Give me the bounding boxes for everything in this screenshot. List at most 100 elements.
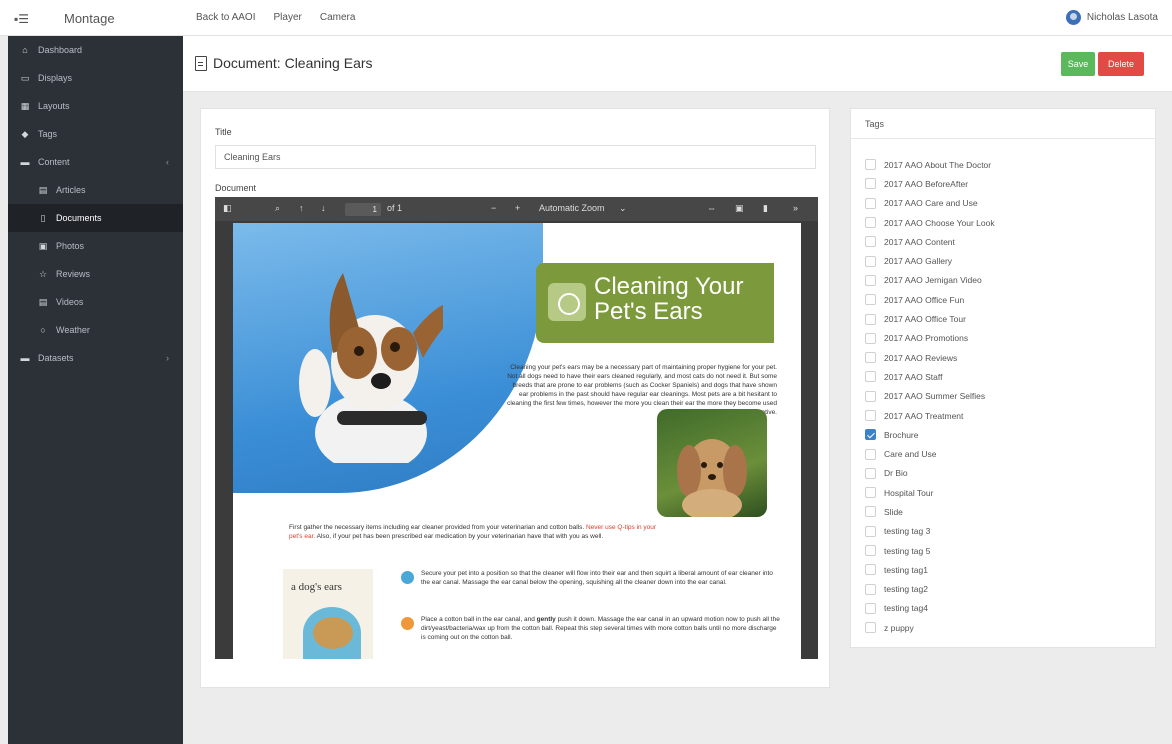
- tag-checkbox[interactable]: [865, 255, 876, 267]
- supplies-text-2: Also, if your pet has been prescribed ea…: [316, 533, 604, 540]
- tag-item[interactable]: 2017 AAO About The Doctor: [865, 155, 995, 174]
- tag-checkbox[interactable]: [865, 313, 876, 325]
- present-icon[interactable]: ⇔: [707, 203, 716, 213]
- sidebar-toggle-icon[interactable]: ◧: [223, 203, 232, 214]
- tag-item[interactable]: 2017 AAO Summer Selfies: [865, 387, 995, 406]
- sidebar-item-photos[interactable]: ▣ Photos: [8, 232, 183, 260]
- tag-item[interactable]: 2017 AAO Promotions: [865, 329, 995, 348]
- sidebar-item-layouts[interactable]: ▦ Layouts: [8, 92, 183, 120]
- tag-checkbox[interactable]: [865, 448, 876, 460]
- sidebar-item-content[interactable]: ▬ Content ‹: [8, 148, 183, 176]
- zoom-caret-icon: ⌄: [619, 203, 627, 213]
- tag-item[interactable]: 2017 AAO Treatment: [865, 406, 995, 425]
- sidebar-item-reviews[interactable]: ☆ Reviews: [8, 260, 183, 288]
- zoom-select[interactable]: Automatic Zoom: [539, 203, 605, 213]
- grid-icon: ▦: [20, 100, 30, 111]
- tag-checkbox[interactable]: [865, 332, 876, 344]
- tag-label: z puppy: [884, 622, 914, 633]
- zoom-out-icon[interactable]: −: [491, 203, 496, 213]
- tag-item[interactable]: testing tag 5: [865, 541, 995, 560]
- tag-label: 2017 AAO Summer Selfies: [884, 391, 986, 402]
- tag-checkbox[interactable]: [865, 602, 876, 614]
- dog-illustration: [313, 617, 353, 649]
- tag-checkbox[interactable]: [865, 352, 876, 364]
- tag-item[interactable]: 2017 AAO Office Fun: [865, 290, 995, 309]
- sidebar-item-dashboard[interactable]: ⌂ Dashboard: [8, 36, 183, 64]
- chevron-icon: ‹: [166, 157, 169, 167]
- nav-camera-link[interactable]: Camera: [320, 12, 356, 23]
- tag-item[interactable]: 2017 AAO Jernigan Video: [865, 271, 995, 290]
- sidebar-item-tags[interactable]: ◆ Tags: [8, 120, 183, 148]
- open-file-icon[interactable]: ▣: [735, 203, 744, 214]
- tag-item[interactable]: Slide: [865, 502, 995, 521]
- tag-item[interactable]: z puppy: [865, 618, 995, 637]
- tag-checkbox[interactable]: [865, 622, 876, 634]
- tag-checkbox[interactable]: [865, 390, 876, 402]
- tag-checkbox[interactable]: [865, 506, 876, 518]
- tag-item[interactable]: 2017 AAO Staff: [865, 367, 995, 386]
- tag-item[interactable]: 2017 AAO Office Tour: [865, 309, 995, 328]
- tag-item[interactable]: testing tag 3: [865, 522, 995, 541]
- tag-item[interactable]: 2017 AAO Gallery: [865, 251, 995, 270]
- nav-back-link[interactable]: Back to AAOI: [196, 12, 255, 23]
- tag-checkbox[interactable]: [865, 159, 876, 171]
- tag-checkbox[interactable]: [865, 410, 876, 421]
- sidebar-item-articles[interactable]: ▤ Articles: [8, 176, 183, 204]
- tag-checkbox[interactable]: [865, 217, 876, 229]
- tag-item[interactable]: 2017 AAO Content: [865, 232, 995, 251]
- tag-checkbox[interactable]: [865, 467, 876, 479]
- title-input[interactable]: [215, 145, 816, 169]
- tag-checkbox[interactable]: [865, 294, 876, 306]
- tag-label: Hospital Tour: [884, 487, 934, 498]
- step-one-text: Secure your pet into a position so that …: [421, 570, 773, 586]
- document-label: Document: [215, 183, 257, 193]
- delete-button[interactable]: Delete: [1098, 52, 1144, 76]
- page-number-input[interactable]: 1: [345, 203, 381, 216]
- tag-label: Slide: [884, 506, 903, 517]
- tag-label: 2017 AAO Staff: [884, 371, 943, 382]
- tag-item[interactable]: Dr Bio: [865, 464, 995, 483]
- menu-toggle-icon[interactable]: ▪☰: [14, 12, 29, 26]
- tag-item[interactable]: 2017 AAO Care and Use: [865, 194, 995, 213]
- prev-page-icon[interactable]: ↑: [299, 203, 304, 213]
- tag-item[interactable]: Brochure: [865, 425, 995, 444]
- tag-checkbox[interactable]: [865, 274, 876, 286]
- tag-item[interactable]: testing tag1: [865, 560, 995, 579]
- tag-item[interactable]: 2017 AAO Reviews: [865, 348, 995, 367]
- more-tools-icon[interactable]: »: [793, 203, 798, 213]
- tag-label: 2017 AAO Office Tour: [884, 314, 966, 325]
- tag-item[interactable]: Hospital Tour: [865, 483, 995, 502]
- step-one-icon: [401, 571, 414, 584]
- brand-name[interactable]: Montage: [64, 11, 115, 26]
- tag-checkbox[interactable]: [865, 197, 876, 209]
- tag-item[interactable]: 2017 AAO Choose Your Look: [865, 213, 995, 232]
- tag-checkbox[interactable]: [865, 236, 876, 248]
- dog-photo: [299, 273, 443, 463]
- sidebar-item-videos[interactable]: ▤ Videos: [8, 288, 183, 316]
- tag-checkbox[interactable]: [865, 429, 876, 441]
- tag-checkbox[interactable]: [865, 525, 876, 537]
- user-menu[interactable]: Nicholas Lasota: [1065, 10, 1158, 25]
- search-icon[interactable]: ⌕: [275, 203, 280, 214]
- tag-item[interactable]: testing tag2: [865, 580, 995, 599]
- tag-checkbox[interactable]: [865, 178, 876, 190]
- tag-checkbox[interactable]: [865, 564, 876, 576]
- tag-checkbox[interactable]: [865, 487, 876, 499]
- save-button[interactable]: Save: [1061, 52, 1095, 76]
- sidebar-item-datasets[interactable]: ▬ Datasets ›: [8, 344, 183, 372]
- tag-checkbox[interactable]: [865, 371, 876, 383]
- zoom-in-icon[interactable]: +: [515, 203, 520, 213]
- tag-label: 2017 AAO Promotions: [884, 333, 969, 344]
- sidebar-item-weather[interactable]: ○ Weather: [8, 316, 183, 344]
- tag-item[interactable]: testing tag4: [865, 599, 995, 618]
- tag-item[interactable]: 2017 AAO BeforeAfter: [865, 174, 995, 193]
- pdf-viewer[interactable]: ◧ ⌕ ↑ ↓ 1 of 1 − + Automatic Zoom ⌄ ⇔ ▣ …: [215, 197, 818, 659]
- sidebar-item-displays[interactable]: ▭ Displays: [8, 64, 183, 92]
- tag-checkbox[interactable]: [865, 583, 876, 595]
- tag-item[interactable]: Care and Use: [865, 444, 995, 463]
- sidebar-item-documents[interactable]: ▯ Documents: [8, 204, 183, 232]
- next-page-icon[interactable]: ↓: [321, 203, 326, 213]
- nav-player-link[interactable]: Player: [273, 12, 301, 23]
- tag-checkbox[interactable]: [865, 545, 876, 557]
- bookmark-icon[interactable]: ▮: [763, 203, 768, 214]
